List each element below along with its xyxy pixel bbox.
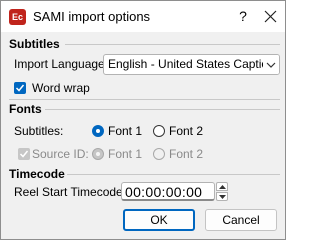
- chevron-down-icon: [263, 55, 279, 74]
- divider: [9, 99, 280, 100]
- subtitles-font-label: Subtitles:: [14, 124, 64, 138]
- close-icon: [264, 10, 277, 23]
- source-font1-radio[interactable]: [92, 148, 104, 160]
- app-icon: Ec: [9, 9, 26, 25]
- font2-radio[interactable]: [153, 125, 165, 137]
- word-wrap-label[interactable]: Word wrap: [32, 81, 90, 95]
- import-language-label: Import Language:: [14, 57, 109, 71]
- source-id-checkbox[interactable]: [18, 148, 30, 160]
- dialog-window: Ec SAMI import options ? Subtitles Impor…: [0, 0, 286, 240]
- import-language-value: English - United States Captions: [108, 57, 280, 71]
- checkmark-icon: [19, 150, 29, 158]
- checkmark-icon: [15, 84, 25, 92]
- word-wrap-checkbox[interactable]: [14, 82, 26, 94]
- divider: [65, 44, 280, 45]
- source-font2-label: Font 2: [169, 147, 204, 161]
- spin-up-button[interactable]: [216, 182, 228, 191]
- close-button[interactable]: [257, 1, 285, 32]
- reel-start-timecode-input[interactable]: 00:00:00:00: [121, 182, 215, 201]
- window-title: SAMI import options: [33, 9, 151, 24]
- font2-label[interactable]: Font 2: [169, 124, 203, 138]
- timecode-heading: Timecode: [9, 167, 65, 181]
- chevron-up-icon: [219, 185, 226, 189]
- subtitles-heading: Subtitles: [9, 37, 60, 51]
- reel-start-label: Reel Start Timecode:: [14, 185, 127, 199]
- spin-down-button[interactable]: [216, 192, 228, 201]
- font1-label[interactable]: Font 1: [108, 124, 142, 138]
- cancel-button[interactable]: Cancel: [205, 209, 277, 231]
- ok-button[interactable]: OK: [123, 209, 195, 231]
- source-font2-radio[interactable]: [153, 148, 165, 160]
- divider: [45, 109, 280, 110]
- import-language-select[interactable]: English - United States Captions: [103, 54, 280, 75]
- reel-start-timecode-value: 00:00:00:00: [125, 184, 203, 200]
- source-id-label: Source ID:: [32, 147, 89, 161]
- fonts-heading: Fonts: [9, 102, 42, 116]
- font1-radio[interactable]: [92, 125, 104, 137]
- timecode-spinner[interactable]: [216, 182, 228, 201]
- help-button[interactable]: ?: [229, 1, 257, 32]
- divider: [67, 174, 280, 175]
- title-bar[interactable]: Ec SAMI import options ?: [1, 1, 285, 32]
- source-font1-label: Font 1: [108, 147, 143, 161]
- chevron-down-icon: [219, 195, 226, 199]
